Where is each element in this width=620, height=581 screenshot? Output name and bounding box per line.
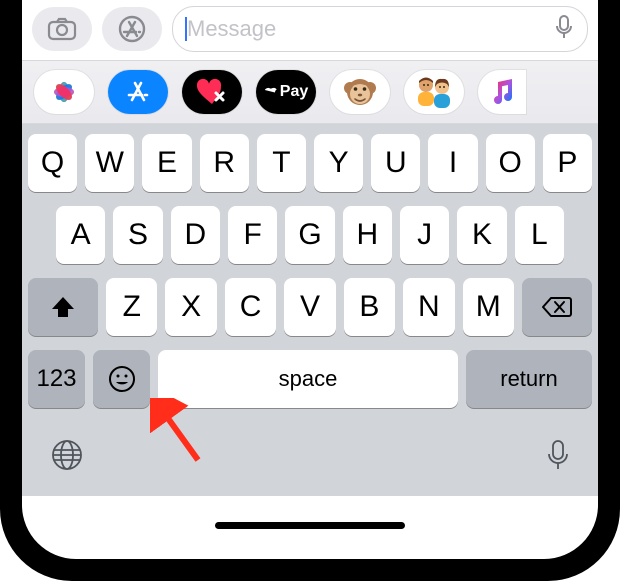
phone-frame: Message	[0, 0, 620, 581]
emoji-key[interactable]	[93, 350, 150, 408]
keyboard-bottom-bar	[22, 418, 598, 496]
key-m[interactable]: M	[463, 278, 514, 336]
key-d[interactable]: D	[171, 206, 220, 264]
key-b[interactable]: B	[344, 278, 395, 336]
backspace-key[interactable]	[522, 278, 592, 336]
microphone-icon	[555, 14, 573, 40]
keyboard: Q W E R T Y U I O P A S D F G H J K L	[22, 124, 598, 418]
app-store-a-icon	[117, 15, 147, 43]
key-v[interactable]: V	[284, 278, 335, 336]
apple-logo-icon	[264, 84, 278, 100]
photos-icon	[49, 77, 79, 107]
key-e[interactable]: E	[142, 134, 191, 192]
key-x[interactable]: X	[165, 278, 216, 336]
key-q[interactable]: Q	[28, 134, 77, 192]
space-key[interactable]: space	[158, 350, 458, 408]
key-s[interactable]: S	[113, 206, 162, 264]
app-memoji[interactable]	[330, 70, 390, 114]
message-field[interactable]: Message	[172, 6, 588, 52]
key-c[interactable]: C	[225, 278, 276, 336]
apple-pay-label: Pay	[280, 83, 308, 101]
message-placeholder: Message	[187, 16, 276, 42]
keyboard-row-3: Z X C V B N M	[28, 278, 592, 336]
key-f[interactable]: F	[228, 206, 277, 264]
heart-icon	[195, 78, 229, 106]
dictate-button[interactable]	[555, 14, 573, 45]
camera-button[interactable]	[32, 7, 92, 51]
app-music[interactable]	[478, 70, 526, 114]
key-a[interactable]: A	[56, 206, 105, 264]
keyboard-row-2: A S D F G H J K L	[28, 206, 592, 264]
app-apple-pay[interactable]: Pay	[256, 70, 316, 114]
key-g[interactable]: G	[285, 206, 334, 264]
globe-button[interactable]	[50, 438, 84, 477]
key-h[interactable]: H	[343, 206, 392, 264]
key-j[interactable]: J	[400, 206, 449, 264]
music-note-icon	[490, 78, 514, 106]
app-store-icon	[124, 78, 152, 106]
shift-icon	[50, 294, 76, 320]
smile-icon	[107, 364, 137, 394]
microphone-icon	[546, 438, 570, 472]
key-i[interactable]: I	[428, 134, 477, 192]
key-p[interactable]: P	[543, 134, 592, 192]
app-photos[interactable]	[34, 70, 94, 114]
people-icon	[412, 74, 456, 110]
app-digital-touch[interactable]	[182, 70, 242, 114]
app-people[interactable]	[404, 70, 464, 114]
key-w[interactable]: W	[85, 134, 134, 192]
key-n[interactable]: N	[403, 278, 454, 336]
key-k[interactable]: K	[457, 206, 506, 264]
globe-icon	[50, 438, 84, 472]
key-t[interactable]: T	[257, 134, 306, 192]
memoji-monkey-icon	[340, 72, 380, 112]
shift-key[interactable]	[28, 278, 98, 336]
key-z[interactable]: Z	[106, 278, 157, 336]
screen: Message	[22, 0, 598, 559]
imessage-app-strip: Pay	[22, 60, 598, 124]
home-indicator[interactable]	[215, 522, 405, 529]
message-input-bar: Message	[22, 0, 598, 60]
numbers-key[interactable]: 123	[28, 350, 85, 408]
key-u[interactable]: U	[371, 134, 420, 192]
key-l[interactable]: L	[515, 206, 564, 264]
app-store[interactable]	[108, 70, 168, 114]
return-key[interactable]: return	[466, 350, 592, 408]
key-r[interactable]: R	[200, 134, 249, 192]
keyboard-row-4: 123 space return	[28, 350, 592, 408]
backspace-icon	[542, 296, 572, 318]
camera-icon	[47, 17, 77, 41]
key-o[interactable]: O	[486, 134, 535, 192]
dictate-bottom-button[interactable]	[546, 438, 570, 477]
apps-button[interactable]	[102, 7, 162, 51]
key-y[interactable]: Y	[314, 134, 363, 192]
keyboard-row-1: Q W E R T Y U I O P	[28, 134, 592, 192]
